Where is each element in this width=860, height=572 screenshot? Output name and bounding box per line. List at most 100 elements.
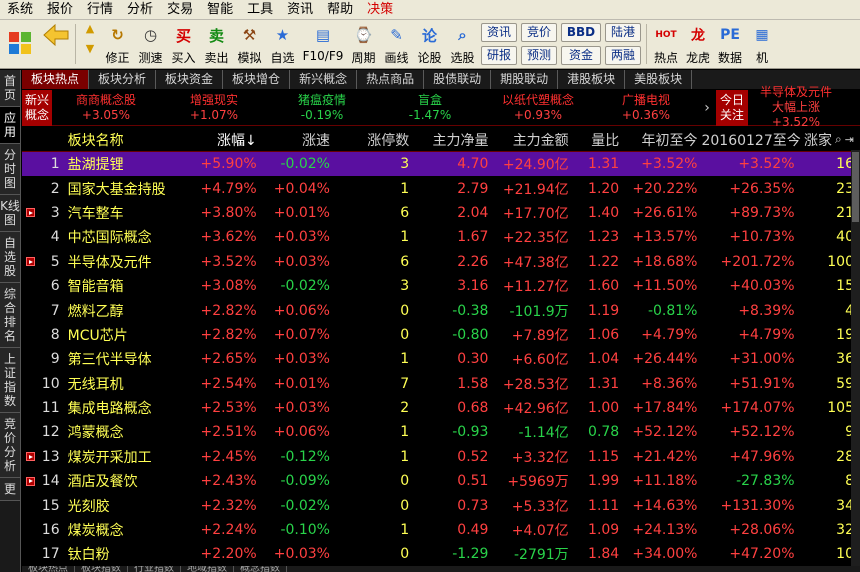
left-tab-5[interactable]: 综合排名 xyxy=(0,283,20,348)
table-row[interactable]: 12 鸿蒙概念 +2.51% +0.06% 1 -0.93 -1.14亿 0.78 +52.12… xyxy=(22,420,860,444)
today-focus-item[interactable]: 半导体及元件 大幅上涨 +3.52% xyxy=(748,85,844,130)
table-row[interactable]: 17 钛白粉 +2.20% +0.03% 0 -1.29 -2791万 1.84 +34.00%… xyxy=(22,542,860,566)
hot-item[interactable]: 以纸代塑概念 +0.93% xyxy=(484,93,592,123)
header-since-date[interactable]: 20160127至今 xyxy=(701,130,800,150)
pill-news[interactable]: 资讯 xyxy=(481,23,517,42)
menu-item-3[interactable]: 分析 xyxy=(120,0,160,20)
toolbar-button-8[interactable]: ✎ 画线 xyxy=(380,20,413,68)
sector-tab-8[interactable]: 港股板块 xyxy=(558,70,626,89)
menu-item-5[interactable]: 智能 xyxy=(200,0,240,20)
hot-item[interactable]: 增强现实 +1.07% xyxy=(160,93,268,123)
expand-arrow-icon[interactable] xyxy=(26,476,36,486)
pill-research[interactable]: 研报 xyxy=(481,46,517,65)
header-sector-name[interactable]: 板块名称 xyxy=(64,130,185,150)
left-tab-4[interactable]: 自选股 xyxy=(0,232,20,283)
row-mark[interactable] xyxy=(22,208,40,218)
toolbar-button-4[interactable]: ⚒ 模拟 xyxy=(233,20,266,68)
toolbar-button-3[interactable]: 卖卖出 xyxy=(200,20,233,68)
expand-arrow-icon[interactable] xyxy=(26,257,36,267)
header-main-net[interactable]: 主力净量 xyxy=(413,130,492,150)
sector-tab-6[interactable]: 股债联动 xyxy=(424,70,492,89)
app-logo[interactable] xyxy=(0,20,40,66)
up-down-button[interactable]: ▲ ▼ xyxy=(79,20,101,68)
expand-arrow-icon[interactable] xyxy=(26,452,36,462)
left-tab-6[interactable]: 上证指数 xyxy=(0,348,20,413)
toolbar-right-button-3[interactable]: ▦ 机 xyxy=(746,20,778,68)
expand-arrow-icon[interactable] xyxy=(26,208,36,218)
header-ytd[interactable]: 年初至今 xyxy=(623,130,701,150)
sector-tab-0[interactable]: 板块热点 xyxy=(22,70,90,89)
table-row[interactable]: 15 光刻胶 +2.32% -0.02% 0 0.73 +5.33亿 1.11 +14.63% +… xyxy=(22,493,860,517)
pill-auction[interactable]: 竞价 xyxy=(521,23,557,42)
header-limit-up[interactable]: 涨停数 xyxy=(334,130,413,150)
header-main-amount[interactable]: 主力金额 xyxy=(492,130,572,150)
table-row[interactable]: 3 汽车整车 +3.80% +0.01% 6 2.04 +17.70亿 1.40 +26.61%… xyxy=(22,201,860,225)
sector-tab-9[interactable]: 美股板块 xyxy=(625,70,693,89)
table-row[interactable]: 4 中芯国际概念 +3.62% +0.03% 1 1.67 +22.35亿 1.23 +13.5… xyxy=(22,225,860,249)
toolbar-button-7[interactable]: ⌚ 周期 xyxy=(347,20,380,68)
hot-item[interactable]: 猪瘟疫情 -0.19% xyxy=(268,93,376,123)
left-tab-3[interactable]: K线图 xyxy=(0,195,20,232)
toolbar-button-2[interactable]: 买买入 xyxy=(167,20,200,68)
next-columns-icon[interactable]: ⇥ xyxy=(845,133,854,146)
header-volume-ratio[interactable]: 量比 xyxy=(573,130,624,150)
menu-item-4[interactable]: 交易 xyxy=(160,0,200,20)
sector-tab-2[interactable]: 板块资金 xyxy=(156,70,224,89)
menu-item-6[interactable]: 工具 xyxy=(240,0,280,20)
sector-tab-5[interactable]: 热点商品 xyxy=(357,70,425,89)
toolbar-button-9[interactable]: 论论股 xyxy=(413,20,446,68)
table-row[interactable]: 1 盐湖提锂 +5.90% -0.02% 3 4.70 +24.90亿 1.31 +3.52% +… xyxy=(22,152,860,177)
bottom-tab-3[interactable]: 地域指数 xyxy=(181,566,234,572)
toolbar-button-10[interactable]: ⌕ 选股 xyxy=(446,20,479,68)
hot-item[interactable]: 广播电视 +0.36% xyxy=(592,93,700,123)
menu-item-8[interactable]: 帮助 xyxy=(320,0,360,20)
sector-tab-1[interactable]: 板块分析 xyxy=(89,70,157,89)
hot-item[interactable]: 盲盒 -1.47% xyxy=(376,93,484,123)
menu-item-9[interactable]: 决策 xyxy=(360,0,400,20)
toolbar-button-0[interactable]: ↻ 修正 xyxy=(101,20,134,68)
table-row[interactable]: 5 半导体及元件 +3.52% +0.03% 6 2.26 +47.38亿 1.22 +18.6… xyxy=(22,250,860,274)
bottom-tab-4[interactable]: 概念指数 xyxy=(234,566,287,572)
search-icon[interactable]: ⌕ xyxy=(835,132,842,147)
left-tab-8[interactable]: 更 xyxy=(0,478,20,501)
toolbar-button-6[interactable]: ▤ F10/F9 xyxy=(299,20,347,68)
pill-bbd[interactable]: BBD xyxy=(561,23,601,42)
header-change-pct[interactable]: 涨幅↓ xyxy=(184,130,260,150)
table-row[interactable]: 7 燃料乙醇 +2.82% +0.06% 0 -0.38 -101.9万 1.19 -0.81%… xyxy=(22,298,860,322)
pill-funds[interactable]: 资金 xyxy=(561,46,601,65)
table-row[interactable]: 8 MCU芯片 +2.82% +0.07% 0 -0.80 +7.89亿 1.06 +4.79%… xyxy=(22,323,860,347)
table-row[interactable]: 16 煤炭概念 +2.24% -0.10% 1 0.49 +4.07亿 1.09 +24.13%… xyxy=(22,518,860,542)
pill-hk-connect[interactable]: 陆港 xyxy=(605,23,641,42)
menu-item-0[interactable]: 系统 xyxy=(0,0,40,20)
pill-margin[interactable]: 两融 xyxy=(605,46,641,65)
left-tab-0[interactable]: 首页 xyxy=(0,70,20,107)
pill-forecast[interactable]: 预测 xyxy=(521,46,557,65)
toolbar-right-button-1[interactable]: 龙龙虎 xyxy=(682,20,714,68)
table-row[interactable]: 9 第三代半导体 +2.65% +0.03% 1 0.30 +6.60亿 1.04 +26.44… xyxy=(22,347,860,371)
bottom-tab-2[interactable]: 行业指数 xyxy=(128,566,181,572)
table-row[interactable]: 11 集成电路概念 +2.53% +0.03% 2 0.68 +42.96亿 1.00 +17.… xyxy=(22,396,860,420)
bottom-tab-1[interactable]: 板块指数 xyxy=(75,566,128,572)
table-row[interactable]: 2 国家大基金持股 +4.79% +0.04% 1 2.79 +21.94亿 1.20 +20.… xyxy=(22,176,860,200)
left-tab-1[interactable]: 应用 xyxy=(0,107,20,144)
toolbar-button-1[interactable]: ◷ 测速 xyxy=(134,20,167,68)
scrollbar-thumb[interactable] xyxy=(852,152,859,222)
header-gainers[interactable]: 涨家 ⌕ ⇥ xyxy=(801,130,860,150)
toolbar-button-5[interactable]: ★ 自选 xyxy=(266,20,299,68)
left-tab-2[interactable]: 分时图 xyxy=(0,144,20,195)
row-mark[interactable] xyxy=(22,476,40,486)
row-mark[interactable] xyxy=(22,257,40,267)
left-tab-7[interactable]: 竞价分析 xyxy=(0,413,20,478)
row-mark[interactable] xyxy=(22,452,40,462)
table-row[interactable]: 10 无线耳机 +2.54% +0.01% 7 1.58 +28.53亿 1.31 +8.36%… xyxy=(22,372,860,396)
toolbar-right-button-0[interactable]: HOT 热点 xyxy=(650,20,682,68)
menu-item-7[interactable]: 资讯 xyxy=(280,0,320,20)
sector-tab-4[interactable]: 新兴概念 xyxy=(290,70,358,89)
table-row[interactable]: 13 煤炭开采加工 +2.45% -0.12% 1 0.52 +3.32亿 1.15 +21.4… xyxy=(22,445,860,469)
menu-item-1[interactable]: 报价 xyxy=(40,0,80,20)
vertical-scrollbar[interactable] xyxy=(851,150,860,568)
menu-item-2[interactable]: 行情 xyxy=(80,0,120,20)
toolbar-right-button-2[interactable]: PE 数据 xyxy=(714,20,746,68)
bottom-tab-0[interactable]: 板块热点 xyxy=(22,566,75,572)
back-button[interactable] xyxy=(40,20,72,68)
